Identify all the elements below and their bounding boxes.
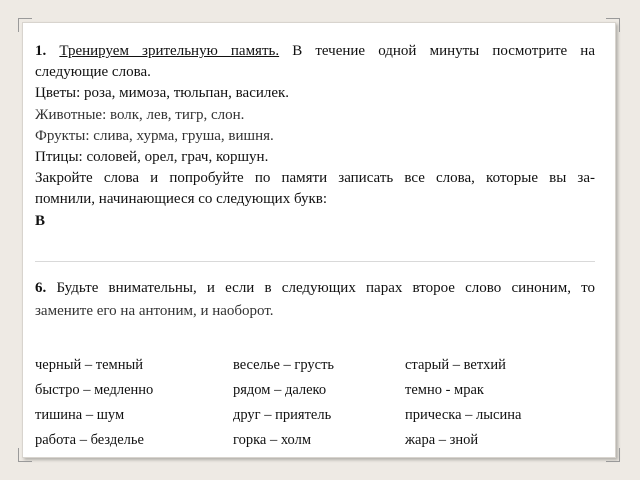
category-birds: Птицы: соловей, орел, грач, коршун. [35,147,595,168]
task-6: 6. Будьте внимательны, и если в следующи… [35,277,595,323]
category-animals: Животные: волк, лев, тигр, слон. [35,105,595,126]
word-pairs-grid: черный – темный веселье – грусть старый … [35,357,595,457]
category-flowers: Цветы: роза, мимоза, тюльпан, василек. [35,83,595,104]
corner-mark [18,18,32,32]
pair-row: работа – безделье горка – холм жара – зн… [35,432,595,457]
task-1-number: 1. [35,43,47,59]
word-pair: жара – зной [405,432,479,448]
category-words: : волк, лев, тигр, слон. [102,106,245,123]
category-label: Фрукты [35,127,86,144]
word-pair: работа – безделье [35,432,144,448]
task-6-number: 6. [35,280,47,296]
category-words: : роза, мимоза, тюльпан, василек. [76,85,290,102]
task-6-intro-cont: замените его на антоним, и наоборот. [35,303,274,319]
category-label: Животные [35,106,103,123]
worksheet-page: 1. Тренируем зрительную память. В течени… [18,18,620,462]
word-pair: веселье – грусть [233,357,335,373]
word-pair: друг – приятель [233,407,332,423]
word-pair: рядом – далеко [233,382,327,398]
answer-letter: В [35,212,46,229]
task-6-intro: Будьте внимательны, и если в следующих п… [46,280,595,296]
answer-letter-line: В [35,211,595,232]
word-pair: темно - мрак [405,382,484,398]
task-6-heading: 6. Будьте внимательны, и если в следующи… [35,277,595,300]
task-1-intro-cont: следующие слова. [35,64,151,81]
category-words: : соловей, орел, грач, коршун. [78,149,269,166]
task-1-intro: В течение одной минуты посмотрите на [279,43,595,59]
pair-row: быстро – медленно рядом – далеко темно -… [35,382,595,407]
corner-mark [606,448,620,462]
pair-row: тишина – шум друг – приятель прическа – … [35,407,595,432]
word-pair: черный – темный [35,357,143,373]
task-1-title: Тренируем зрительную память. [59,43,280,59]
category-words: : слива, хурма, груша, вишня. [85,127,274,144]
task-1: 1. Тренируем зрительную память. В течени… [35,41,595,232]
word-pair: горка – холм [233,432,312,448]
word-pair: быстро – медленно [35,382,154,398]
answer-underline [35,261,595,262]
task-1-instruction: Закройте слова и попробуйте по памяти за… [35,170,595,187]
task-1-heading: 1. Тренируем зрительную память. В течени… [35,41,595,62]
category-label: Цветы [35,85,77,102]
category-fruits: Фрукты: слива, хурма, груша, вишня. [35,126,595,147]
corner-mark [18,448,32,462]
word-pair: прическа – лысина [405,407,522,423]
task-1-instruction-cont: помнили, начинающиеся со следующих букв: [35,191,328,208]
word-pair: старый – ветхий [405,357,506,373]
category-label: Птицы [35,149,79,166]
pair-row: черный – темный веселье – грусть старый … [35,357,595,382]
corner-mark [606,18,620,32]
word-pair: тишина – шум [35,407,125,423]
